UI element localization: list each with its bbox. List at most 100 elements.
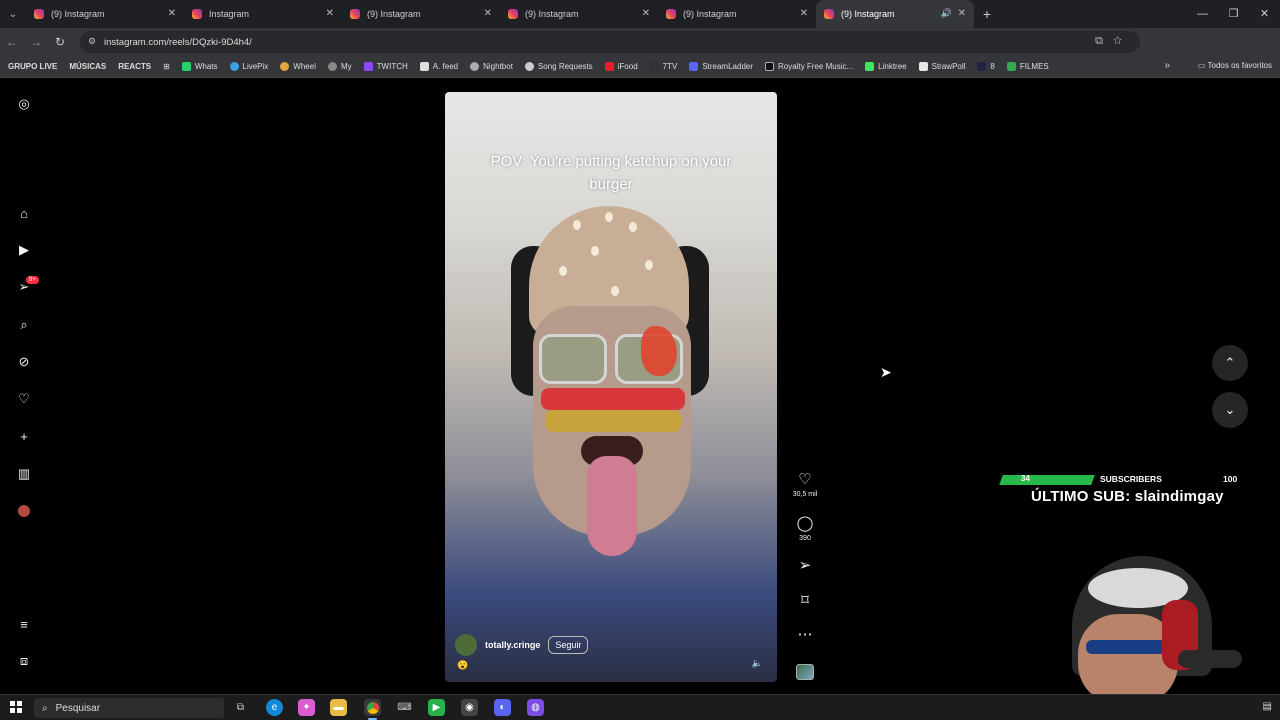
- bookmark-item[interactable]: Wheel: [280, 62, 316, 71]
- create-icon[interactable]: +: [16, 428, 32, 444]
- bookmark-item[interactable]: Linktree: [865, 62, 907, 71]
- tab-title: (9) Instagram: [525, 9, 579, 19]
- forward-icon[interactable]: →: [24, 35, 48, 49]
- reel-video[interactable]: POV: You're putting ketchup on your burg…: [445, 92, 777, 682]
- like-button[interactable]: ♡ 30,5 mil: [792, 472, 818, 499]
- bookmark-item[interactable]: 7TV: [649, 62, 677, 71]
- notification-badge: 9+: [26, 276, 39, 284]
- tab-search-icon[interactable]: ⌄: [0, 0, 26, 28]
- bookmark-item[interactable]: TWITCH: [363, 62, 408, 71]
- sub-goal-label: SUBSCRIBERS: [1100, 474, 1162, 484]
- close-tab-icon[interactable]: ✕: [484, 8, 492, 19]
- browser-tab[interactable]: (9) Instagram ✕: [342, 0, 500, 28]
- new-tab-button[interactable]: +: [974, 6, 1000, 22]
- bookmark-item[interactable]: MÚSICAS: [69, 62, 106, 71]
- apps-grid-icon[interactable]: ⊞: [163, 62, 170, 71]
- bookmark-item[interactable]: FILMES: [1006, 62, 1049, 71]
- bookmark-item[interactable]: A. feed: [419, 62, 458, 71]
- video-subject: [503, 206, 713, 676]
- tab-title: (9) Instagram: [683, 9, 737, 19]
- copilot-icon[interactable]: ✦: [298, 699, 315, 716]
- back-icon[interactable]: ←: [0, 35, 24, 49]
- mustard-stripe: [545, 410, 681, 432]
- close-tab-icon[interactable]: ✕: [958, 8, 966, 19]
- like-count: 30,5 mil: [792, 491, 818, 498]
- bookmark-item[interactable]: Royalty Free Music...: [765, 62, 853, 71]
- tab-title: Instagram: [209, 9, 250, 19]
- next-reel-button[interactable]: ⌄: [1212, 392, 1248, 428]
- explore-icon[interactable]: ⊘: [16, 354, 32, 370]
- more-bookmarks-icon[interactable]: »: [1164, 60, 1170, 71]
- share-button[interactable]: ➢: [792, 558, 818, 574]
- minimize-icon[interactable]: —: [1187, 0, 1218, 28]
- close-tab-icon[interactable]: ✕: [642, 8, 650, 19]
- file-explorer-icon[interactable]: ▬: [330, 699, 347, 716]
- streamlabs-icon[interactable]: ◍: [527, 699, 544, 716]
- task-view-icon[interactable]: ⧉: [232, 699, 249, 716]
- bookmark-item[interactable]: Nightbot: [470, 62, 513, 71]
- more-menu-icon[interactable]: ≡: [16, 616, 32, 632]
- close-tab-icon[interactable]: ✕: [168, 8, 176, 19]
- sub-goal-progress: [999, 475, 1095, 485]
- url-bar[interactable]: ⚙ instagram.com/reels/DQzki-9D4h4/ ⧉☆: [80, 31, 1140, 53]
- browser-tab-active[interactable]: (9) Instagram 🔊 ✕: [816, 0, 974, 28]
- notifications-icon[interactable]: ▤: [1263, 701, 1272, 712]
- obs-icon[interactable]: ◉: [461, 699, 478, 716]
- tab-title: (9) Instagram: [51, 9, 105, 19]
- comment-button[interactable]: ◯ 390: [792, 516, 818, 543]
- webcam-glasses: [1086, 640, 1166, 654]
- close-tab-icon[interactable]: ✕: [326, 8, 334, 19]
- profile-avatar[interactable]: [16, 503, 32, 519]
- more-dots-icon: ⋯: [797, 626, 813, 643]
- reload-icon[interactable]: ↻: [48, 35, 72, 49]
- bookmark-star-icon[interactable]: ⧉☆: [1095, 35, 1132, 48]
- taskbar-search[interactable]: ⌕ Pesquisar: [34, 698, 224, 718]
- more-options-button[interactable]: ⋯: [792, 627, 818, 643]
- search-icon[interactable]: ⌕: [16, 317, 32, 333]
- audio-thumbnail[interactable]: [796, 664, 814, 680]
- media-player-icon[interactable]: ▶: [428, 699, 445, 716]
- game-controller-icon[interactable]: ⌨: [396, 699, 413, 716]
- bookmark-item[interactable]: StrawPoll: [918, 62, 965, 71]
- meta-apps-icon[interactable]: ⧈: [16, 653, 32, 669]
- bookmark-item[interactable]: Song Requests: [524, 62, 593, 71]
- close-window-icon[interactable]: ✕: [1249, 0, 1280, 28]
- dashboard-icon[interactable]: ▥: [16, 466, 32, 482]
- bookmark-item[interactable]: StreamLadder: [689, 62, 753, 71]
- speaker-icon[interactable]: 🔊: [941, 8, 952, 19]
- bookmark-item[interactable]: LivePix: [229, 62, 268, 71]
- webcam-chip-avatars: [1178, 650, 1242, 668]
- bookmark-item[interactable]: My: [327, 62, 352, 71]
- restore-icon[interactable]: ❐: [1218, 0, 1249, 28]
- browser-tab[interactable]: (9) Instagram ✕: [26, 0, 184, 28]
- bookmark-item[interactable]: GRUPO LIVE: [8, 62, 57, 71]
- author-username[interactable]: totally.cringe: [485, 640, 540, 650]
- previous-reel-button[interactable]: ⌃: [1212, 345, 1248, 381]
- volume-icon[interactable]: 🔈: [752, 658, 763, 669]
- bookmark-item[interactable]: iFood: [604, 62, 638, 71]
- browser-tab[interactable]: Instagram ✕: [184, 0, 342, 28]
- home-icon[interactable]: ⌂: [16, 205, 32, 221]
- bookmark-item[interactable]: 8: [977, 62, 995, 71]
- all-bookmarks-folder[interactable]: ▭ Todos os favoritos: [1198, 61, 1272, 70]
- url-text: instagram.com/reels/DQzki-9D4h4/: [104, 36, 252, 48]
- sub-goal-bar: 34 SUBSCRIBERS 100: [999, 473, 1271, 487]
- sub-goal-target: 100: [1223, 474, 1238, 484]
- author-avatar[interactable]: [455, 634, 477, 656]
- instagram-logo-icon[interactable]: ◎: [16, 96, 32, 112]
- windows-start-icon[interactable]: [10, 701, 22, 713]
- heart-icon[interactable]: ♡: [16, 391, 32, 407]
- follow-button[interactable]: Seguir: [548, 636, 589, 654]
- save-button[interactable]: ⌑: [792, 593, 818, 609]
- chrome-icon[interactable]: [364, 699, 381, 720]
- chevron-down-icon: ⌄: [1224, 402, 1236, 417]
- bookmark-item[interactable]: REACTS: [118, 62, 151, 71]
- edge-icon[interactable]: e: [266, 699, 283, 716]
- close-tab-icon[interactable]: ✕: [800, 8, 808, 19]
- bookmark-item[interactable]: Whats: [181, 62, 218, 71]
- discord-icon[interactable]: ◐: [494, 699, 511, 716]
- browser-tab[interactable]: (9) Instagram ✕: [500, 0, 658, 28]
- reels-icon[interactable]: ▶: [16, 242, 32, 258]
- browser-tab[interactable]: (9) Instagram ✕: [658, 0, 816, 28]
- site-info-icon[interactable]: ⚙: [88, 36, 96, 47]
